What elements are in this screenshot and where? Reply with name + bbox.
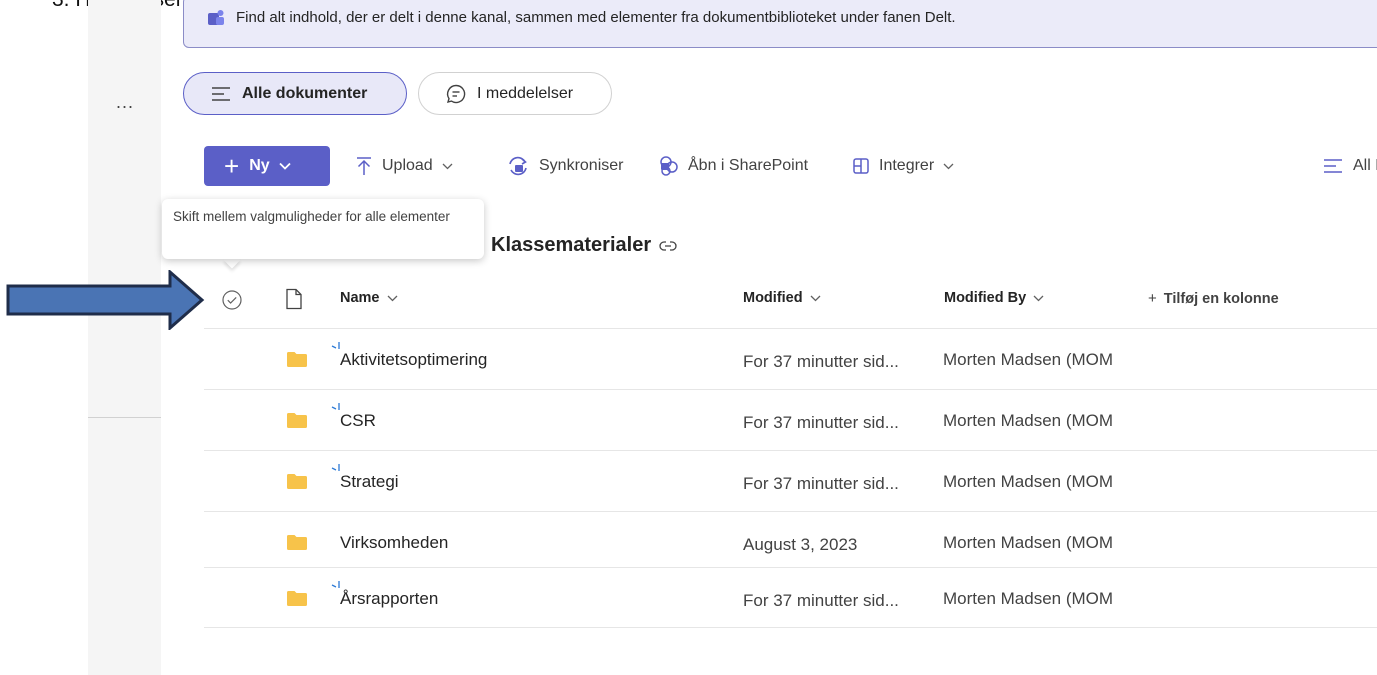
row-modified-by: Morten Madsen (MOM	[943, 533, 1114, 552]
row-modified: For 37 minutter sid...	[743, 474, 899, 493]
folder-icon	[287, 474, 307, 489]
upload-icon	[357, 157, 371, 175]
row-name[interactable]: Strategi	[340, 472, 399, 492]
chevron-down-icon	[442, 163, 453, 169]
view-switcher[interactable]: All D	[1322, 146, 1377, 186]
row-name[interactable]: Årsrapporten	[340, 589, 438, 609]
select-all-checkmark-icon[interactable]	[221, 289, 243, 311]
folder-title-text: Klassematerialer	[491, 234, 652, 256]
sync-label: Synkroniser	[539, 157, 624, 174]
banner-text: Find alt indhold, der er delt i denne ka…	[236, 9, 956, 26]
tooltip: Skift mellem valgmuligheder for alle ele…	[162, 199, 484, 259]
row-name[interactable]: Virksomheden	[340, 533, 448, 553]
plus-icon: +	[224, 151, 240, 181]
plus-icon: +	[1148, 290, 1157, 307]
row-modified-by: Morten Madsen (MOM	[943, 411, 1114, 430]
table-row[interactable]: Strategi For 37 minutter sid... Morten M…	[204, 451, 1377, 511]
row-modified-by: Morten Madsen (MOM	[943, 350, 1114, 369]
chevron-down-icon	[943, 163, 954, 169]
integrate-icon	[853, 158, 869, 174]
column-header-modified-by[interactable]: Modified By	[944, 290, 1044, 306]
row-modified: For 37 minutter sid...	[743, 591, 899, 610]
table-row[interactable]: CSR For 37 minutter sid... Morten Madsen…	[204, 390, 1377, 450]
chevron-down-icon	[1033, 295, 1044, 301]
chat-icon	[446, 84, 466, 103]
row-divider	[204, 627, 1377, 628]
more-options-icon[interactable]: ...	[116, 92, 134, 113]
chevron-down-icon	[387, 295, 397, 301]
view-label: All D	[1353, 157, 1377, 174]
rail-divider	[88, 417, 161, 418]
column-header-modified[interactable]: Modified	[743, 290, 821, 306]
lines-icon	[212, 86, 230, 101]
link-icon[interactable]	[659, 240, 677, 252]
lines-icon	[1324, 159, 1342, 173]
row-modified: For 37 minutter sid...	[743, 352, 899, 371]
upload-button[interactable]: Upload	[355, 146, 453, 186]
column-header-label: Name	[340, 290, 380, 306]
integrate-button[interactable]: Integrer	[852, 146, 954, 186]
add-column-button[interactable]: + Tilføj en kolonne	[1148, 290, 1279, 307]
pill-all-documents[interactable]: Alle dokumenter	[183, 72, 407, 115]
add-column-label: Tilføj en kolonne	[1163, 290, 1279, 307]
table-row[interactable]: Aktivitetsoptimering For 37 minutter sid…	[204, 329, 1377, 389]
row-modified-by: Morten Madsen (MOM	[943, 589, 1114, 608]
folder-icon	[287, 352, 307, 367]
pill-in-messages[interactable]: I meddelelser	[418, 72, 612, 115]
info-banner: Find alt indhold, der er delt i denne ka…	[183, 0, 1377, 48]
row-modified-by: Morten Madsen (MOM	[943, 472, 1114, 491]
row-modified: August 3, 2023	[743, 535, 858, 554]
sync-icon	[509, 156, 527, 176]
upload-label: Upload	[382, 157, 433, 174]
sharepoint-label: Åbn i SharePoint	[688, 157, 809, 174]
column-header-label: Modified	[743, 290, 803, 306]
folder-title: Klassematerialer	[491, 234, 677, 257]
annotation-arrow	[6, 270, 205, 330]
sync-button[interactable]: Synkroniser	[506, 146, 623, 186]
column-header-name[interactable]: Name	[340, 290, 398, 306]
open-sharepoint-button[interactable]: Åbn i SharePoint	[657, 146, 808, 186]
new-button[interactable]: + Ny	[204, 146, 330, 186]
chevron-down-icon	[279, 162, 291, 170]
pill-label: Alle dokumenter	[242, 84, 368, 102]
chevron-down-icon	[810, 295, 821, 301]
sharepoint-icon	[660, 156, 678, 176]
teams-files-icon	[208, 10, 224, 25]
folder-icon	[287, 413, 307, 428]
folder-icon	[287, 591, 307, 606]
integrate-label: Integrer	[879, 157, 935, 174]
table-row[interactable]: Årsrapporten For 37 minutter sid... Mort…	[204, 568, 1377, 628]
row-name[interactable]: CSR	[340, 411, 376, 431]
row-name[interactable]: Aktivitetsoptimering	[340, 350, 487, 370]
file-type-icon[interactable]	[285, 288, 303, 310]
row-modified: For 37 minutter sid...	[743, 413, 899, 432]
column-header-label: Modified By	[944, 290, 1027, 306]
pill-label: I meddelelser	[477, 84, 574, 102]
folder-icon	[287, 535, 307, 550]
table-row[interactable]: Virksomheden August 3, 2023 Morten Madse…	[204, 512, 1377, 572]
new-button-label: Ny	[249, 157, 270, 174]
